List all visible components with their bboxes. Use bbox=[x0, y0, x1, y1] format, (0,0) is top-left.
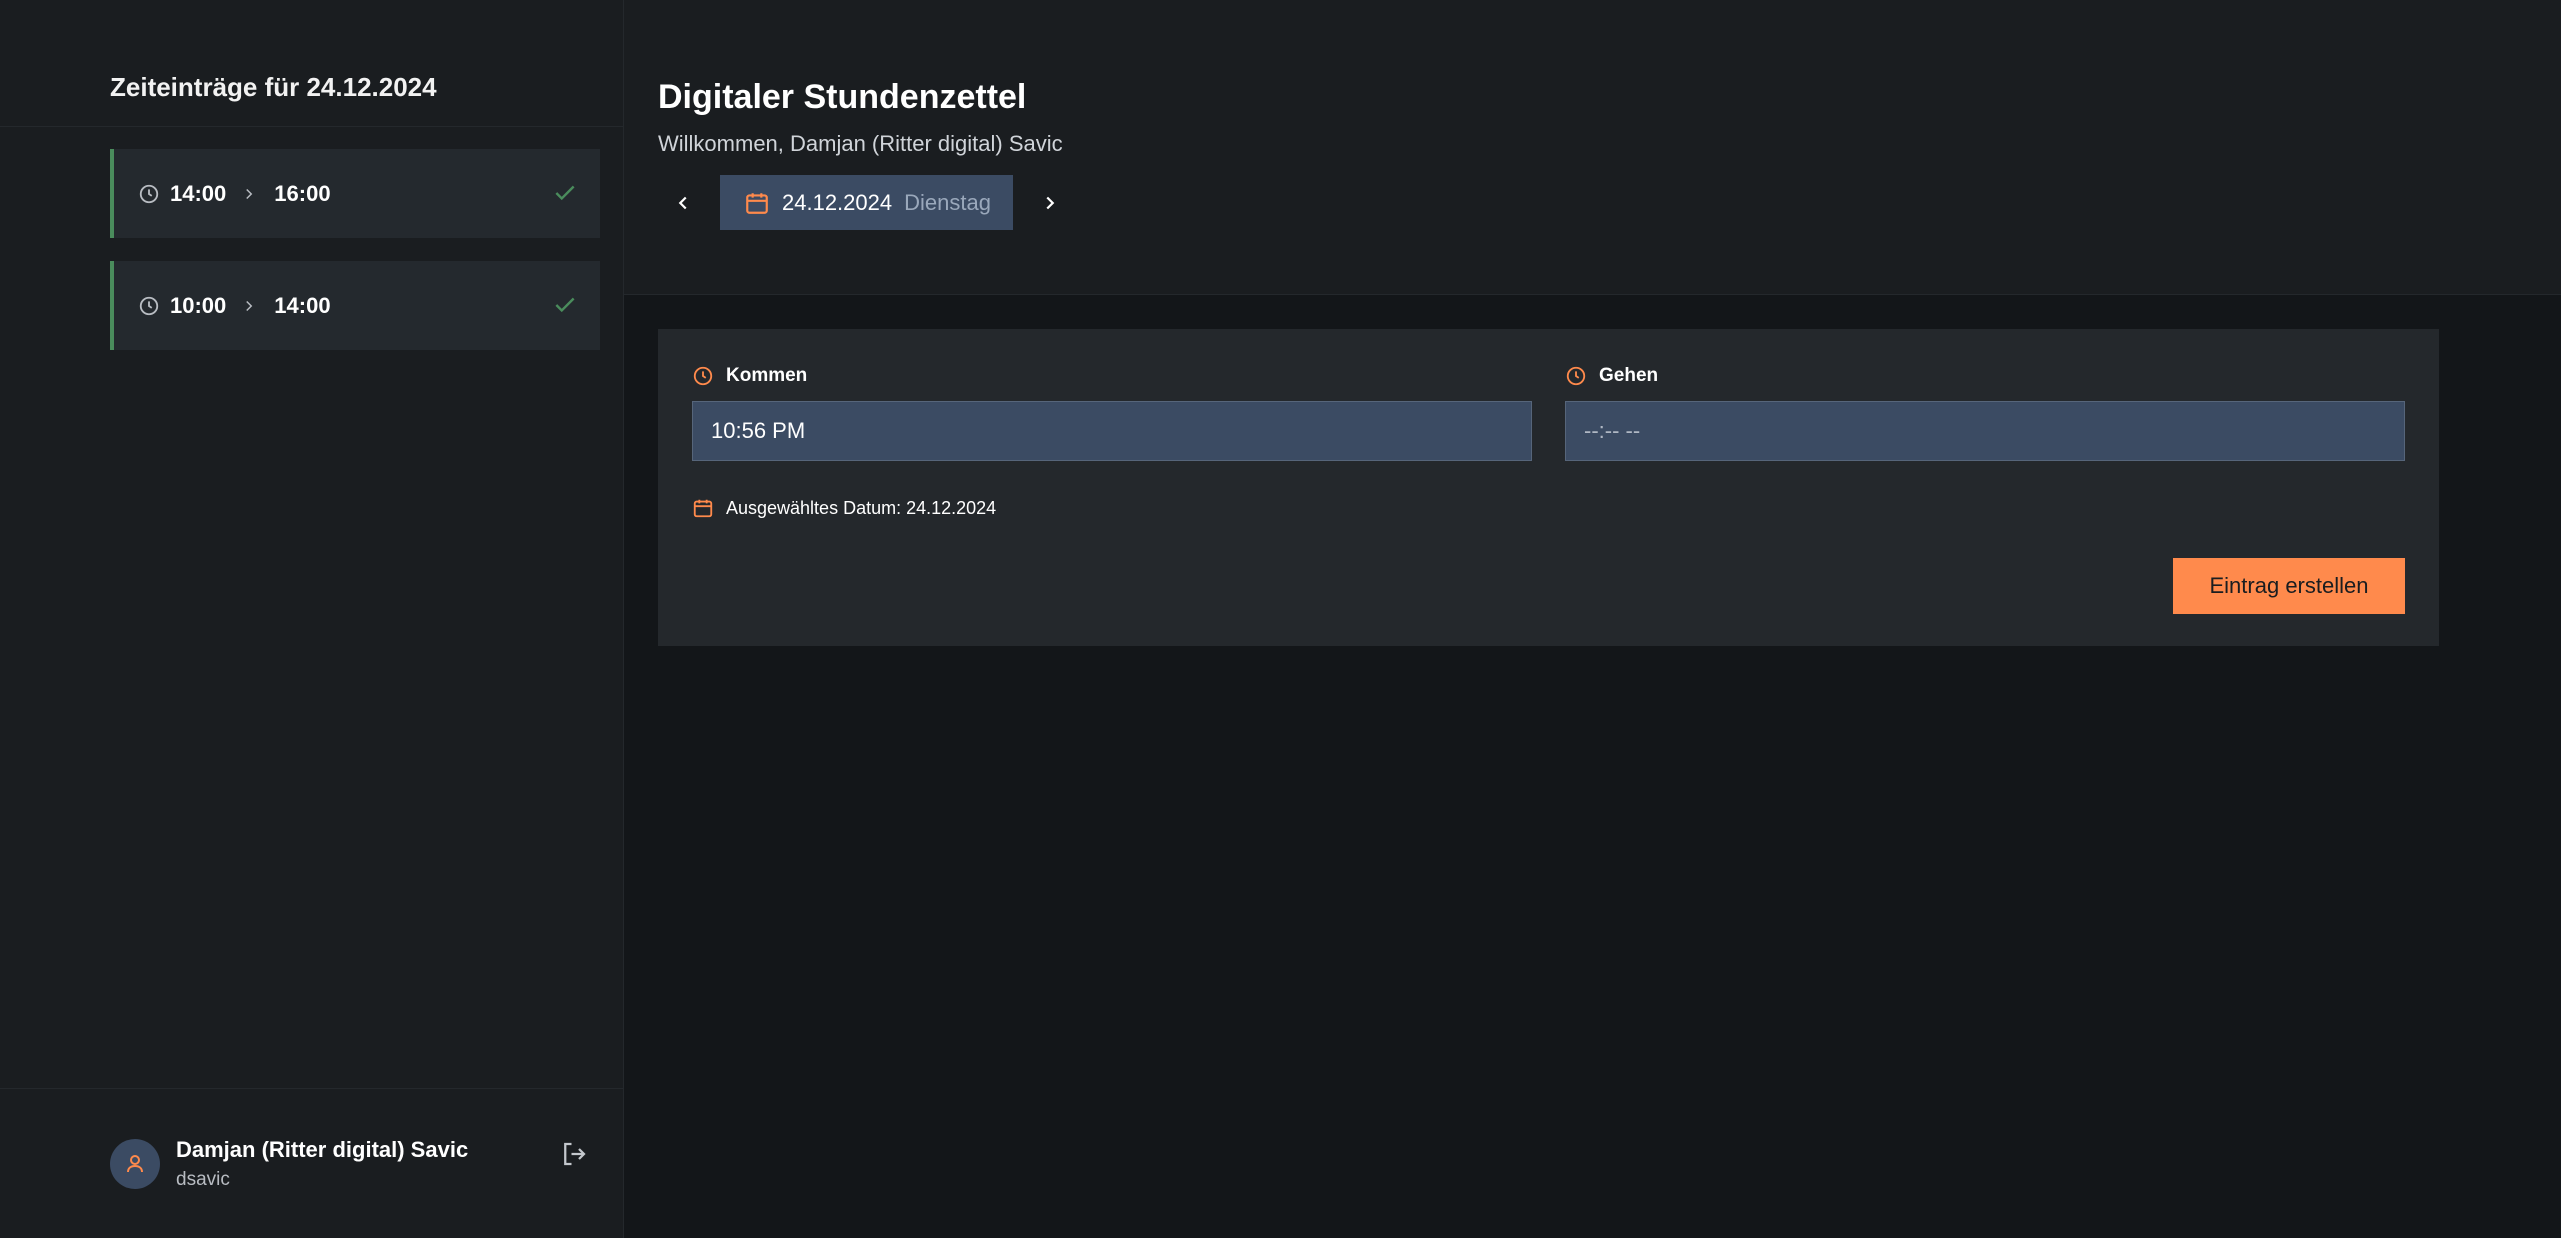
clock-icon bbox=[1566, 366, 1586, 386]
time-fields: Kommen 10:56 PM Gehen --:-- -- bbox=[692, 365, 2405, 461]
chevron-right-icon bbox=[1046, 196, 1055, 209]
next-day-button[interactable] bbox=[1025, 175, 1075, 230]
entry-end-time: 16:00 bbox=[274, 180, 331, 206]
entry-end-time: 14:00 bbox=[274, 292, 331, 318]
clock-icon bbox=[139, 296, 159, 315]
check-icon bbox=[555, 185, 575, 201]
main-content: Digitaler Stundenzettel Willkommen, Damj… bbox=[624, 0, 2561, 1238]
clock-icon bbox=[693, 366, 713, 386]
kommen-label-text: Kommen bbox=[726, 365, 808, 386]
chevron-left-icon bbox=[678, 196, 687, 209]
previous-day-button[interactable] bbox=[658, 175, 708, 230]
user-icon bbox=[127, 1154, 143, 1172]
selected-date-text: Ausgewähltes Datum: 24.12.2024 bbox=[726, 497, 997, 518]
time-entry[interactable]: 10:00 14:00 bbox=[110, 261, 600, 350]
gehen-label-text: Gehen bbox=[1599, 365, 1659, 386]
check-icon bbox=[555, 297, 575, 313]
selected-date-value: 24.12.2024 bbox=[782, 189, 893, 215]
chevron-right-icon bbox=[246, 300, 253, 311]
gehen-label: Gehen bbox=[1565, 365, 2405, 387]
chevron-right-icon bbox=[246, 188, 253, 199]
sidebar-header: Zeiteinträge für 24.12.2024 bbox=[0, 0, 623, 127]
clock-icon bbox=[139, 184, 159, 203]
time-entry-list: 14:00 16:00 10:00 14:00 bbox=[0, 127, 623, 350]
calendar-icon bbox=[746, 192, 768, 214]
kommen-time-input[interactable]: 10:56 PM bbox=[692, 401, 1532, 461]
app-root: Zeiteinträge für 24.12.2024 14:00 16:00 … bbox=[0, 0, 2561, 1238]
gehen-time-input[interactable]: --:-- -- bbox=[1565, 401, 2405, 461]
user-login: dsavic bbox=[176, 1168, 230, 1190]
user-info: Damjan (Ritter digital) Savic dsavic bbox=[176, 1137, 468, 1191]
main-header: Digitaler Stundenzettel Willkommen, Damj… bbox=[624, 0, 2561, 295]
date-navigator: 24.12.2024 Dienstag bbox=[658, 175, 2561, 230]
entry-start-time: 14:00 bbox=[170, 180, 227, 206]
logout-icon[interactable] bbox=[559, 1139, 589, 1169]
weekday-label: Dienstag bbox=[904, 189, 991, 215]
create-entry-button[interactable]: Eintrag erstellen bbox=[2173, 558, 2405, 614]
page-title: Digitaler Stundenzettel bbox=[658, 78, 1027, 116]
sidebar-title: Zeiteinträge für 24.12.2024 bbox=[110, 72, 437, 102]
calendar-icon bbox=[693, 499, 713, 518]
entry-start-time: 10:00 bbox=[170, 292, 227, 318]
user-name: Damjan (Ritter digital) Savic bbox=[176, 1136, 469, 1162]
time-entry[interactable]: 14:00 16:00 bbox=[110, 149, 600, 238]
kommen-label: Kommen bbox=[692, 365, 1532, 387]
welcome-text: Willkommen, Damjan (Ritter digital) Savi… bbox=[658, 131, 1063, 156]
gehen-field: Gehen --:-- -- bbox=[1565, 365, 2405, 461]
user-panel: Damjan (Ritter digital) Savic dsavic bbox=[0, 1088, 623, 1238]
sidebar: Zeiteinträge für 24.12.2024 14:00 16:00 … bbox=[0, 0, 624, 1238]
selected-date-info: Ausgewähltes Datum: 24.12.2024 bbox=[692, 497, 2405, 519]
avatar bbox=[110, 1138, 160, 1189]
kommen-field: Kommen 10:56 PM bbox=[692, 365, 1532, 461]
entry-form: Kommen 10:56 PM Gehen --:-- -- Ausgewähl… bbox=[658, 329, 2439, 646]
date-picker-button[interactable]: 24.12.2024 Dienstag bbox=[720, 175, 1013, 230]
